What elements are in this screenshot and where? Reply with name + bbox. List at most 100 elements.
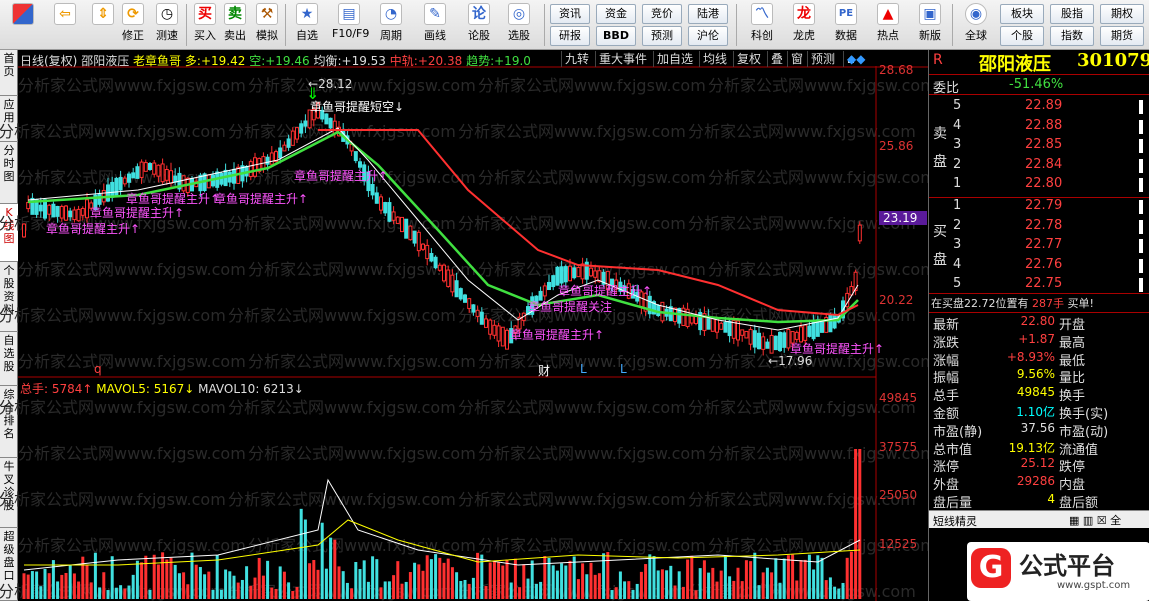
simulate-button[interactable]: ⚒ 模拟 (252, 2, 282, 48)
star-market-button[interactable]: 〽科创 (744, 2, 780, 48)
annotation-4: 章鱼哥提醒主升↑ (90, 206, 185, 220)
major-events-button[interactable]: 重大事件 (595, 51, 653, 67)
price-axis-4: 20.22 (879, 293, 914, 307)
stock-name: 邵阳液压 (979, 54, 1051, 75)
stat-label: 振幅 (933, 371, 960, 387)
predict-button[interactable]: 预测 (807, 51, 843, 67)
annotation-8: 章鱼哥提醒主升↑ (790, 342, 885, 356)
stat-value: 1.10亿 (1016, 405, 1055, 419)
stock-code: 301079 (1077, 50, 1149, 71)
tab-timeshare[interactable]: 分时图 (0, 142, 18, 204)
add-watchlist-button[interactable]: 加自选 (653, 51, 699, 67)
updown-button[interactable]: ⇕ (88, 2, 118, 48)
favorites-label: 自选 (296, 29, 318, 42)
dragon-tiger-button[interactable]: 龙龙虎 (786, 2, 822, 48)
quote-panel: R 邵阳液压 301079 委比 -51.46% 卖盘 5 22.89 4 22… (928, 50, 1149, 601)
back-button[interactable]: ⇦ (50, 2, 80, 48)
global-button[interactable]: ◉ 全球 (958, 2, 994, 48)
repair-label: 修正 (122, 29, 144, 42)
stat-label: 总市值 (933, 442, 973, 458)
stat-label: 总手 (933, 389, 960, 405)
draw-button[interactable]: ✎ 画线 (420, 2, 450, 48)
ma-button[interactable]: 均线 (699, 51, 733, 67)
buy-price[interactable]: 22.76 (1025, 257, 1062, 272)
window-button[interactable]: 窗 (787, 51, 807, 67)
buy-price[interactable]: 22.75 (1025, 276, 1062, 291)
buy-price[interactable]: 22.77 (1025, 237, 1062, 252)
data-button[interactable]: PE 数据 (828, 2, 864, 48)
repair-icon: ⟳ (122, 3, 144, 25)
sell-button[interactable]: 卖卖出 (220, 2, 250, 48)
tab-watchlist[interactable]: 自选股 (0, 332, 18, 386)
brand-g-icon: G (971, 548, 1011, 588)
period-button[interactable]: ◔ 周期 (376, 2, 406, 48)
funds-button[interactable]: 资金 (596, 4, 636, 24)
stat-value: 37.56 (1020, 420, 1055, 435)
sell-price[interactable]: 22.88 (1025, 118, 1062, 133)
sell-level: 2 (953, 156, 962, 172)
repair-button[interactable]: ⟳ 修正 (118, 2, 148, 48)
total-vol-label: 总手: 5784↑ (20, 382, 93, 396)
buy-button[interactable]: 买买入 (190, 2, 220, 48)
adjust-button[interactable]: 复权 (733, 51, 767, 67)
duo-value: +19.42 (200, 54, 246, 68)
hammer-icon: ⚒ (256, 3, 278, 25)
tab-home[interactable]: 首页 (0, 50, 18, 96)
f10-button[interactable]: ▤ F10/F9 (332, 2, 369, 48)
news-button[interactable]: 资讯 (550, 4, 590, 24)
stat-label: 盘后量 (933, 496, 973, 511)
options-button[interactable]: 期权 (1100, 4, 1144, 24)
hot-button[interactable]: ▲ 热点 (870, 2, 906, 48)
shanghai-london-button[interactable]: 沪伦 (688, 26, 728, 46)
annotation-3: 章鱼哥提醒主升↑ (214, 192, 309, 206)
overlay-button[interactable]: 叠 (767, 51, 787, 67)
nine-turn-button[interactable]: 九转 (561, 51, 595, 67)
stat-label-2: 量比 (1059, 371, 1086, 387)
hk-connect-button[interactable]: 陆港 (688, 4, 728, 24)
screener-button[interactable]: ◎ 选股 (504, 2, 534, 48)
buy-level: 5 (953, 276, 962, 291)
new-version-button[interactable]: ▣ 新版 (912, 2, 948, 48)
new-version-label: 新版 (919, 29, 941, 42)
sell-price[interactable]: 22.85 (1025, 137, 1062, 152)
buy-price[interactable]: 22.79 (1025, 198, 1062, 213)
sell-price[interactable]: 22.80 (1025, 176, 1062, 191)
forecast-button[interactable]: 预测 (642, 26, 682, 46)
indicator-name[interactable]: 老章鱼哥 (133, 54, 181, 68)
period-label: 日线(复权) (20, 54, 78, 68)
app-logo-icon[interactable] (8, 2, 38, 48)
duo-label: 多: (184, 54, 201, 68)
stock-button[interactable]: 个股 (1000, 26, 1044, 46)
stat-label-2: 换手 (1059, 389, 1086, 405)
sell-price[interactable]: 22.89 (1025, 98, 1062, 113)
index-button[interactable]: 指数 (1050, 26, 1094, 46)
hot-icon: ▲ (877, 3, 899, 25)
auction-button[interactable]: 竞价 (642, 4, 682, 24)
favorites-button[interactable]: ★ 自选 (292, 2, 322, 48)
sell-icon: 卖 (224, 3, 246, 25)
pin-icon[interactable]: ◆◆ (847, 52, 865, 66)
marker-fin: 财 (538, 364, 551, 378)
forum-button[interactable]: 论论股 (464, 2, 494, 48)
junheng-label: 均衡: (313, 54, 342, 68)
dragon-icon: 龙 (793, 3, 815, 25)
buy-price[interactable]: 22.78 (1025, 218, 1062, 233)
short-elf-controls-icon[interactable]: ▦ ▥ ☒ 全 (1069, 512, 1121, 528)
bbd-button[interactable]: BBD (596, 26, 636, 46)
sector-button[interactable]: 板块 (1000, 4, 1044, 24)
speedtest-button[interactable]: ◷ 测速 (152, 2, 182, 48)
research-button[interactable]: 研报 (550, 26, 590, 46)
short-elf-bar: 短线精灵 ▦ ▥ ☒ 全 (929, 510, 1149, 528)
buy-level: 1 (953, 198, 962, 213)
kong-label: 空: (249, 54, 266, 68)
hot-label: 热点 (877, 29, 899, 42)
mavol5-label: MAVOL5: 5167↓ (96, 382, 195, 396)
kline-chart-area[interactable]: 分析家公式网www.fxjgsw.com 分析家公式网www.fxjgsw.com… (0, 50, 936, 601)
vol-axis-2: 37575 (879, 440, 918, 454)
stat-label-2: 市盈(动) (1059, 424, 1109, 440)
weibi-value: -51.46% (1009, 77, 1064, 92)
sell-price[interactable]: 22.84 (1025, 157, 1062, 172)
short-elf-title[interactable]: 短线精灵 (933, 513, 977, 529)
stock-index-button[interactable]: 股指 (1050, 4, 1094, 24)
futures-button[interactable]: 期货 (1100, 26, 1144, 46)
